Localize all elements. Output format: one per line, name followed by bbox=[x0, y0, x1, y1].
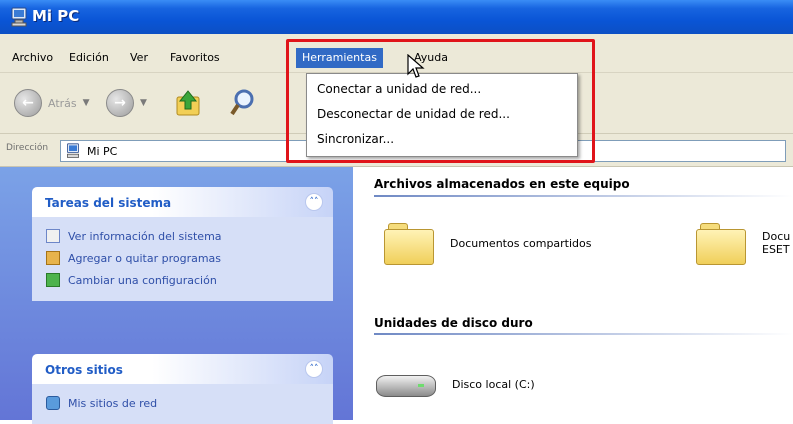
shared-documents-item[interactable]: Documentos compartidos bbox=[384, 223, 592, 265]
back-arrow-icon: ← bbox=[14, 89, 42, 117]
folder-icon bbox=[384, 223, 434, 265]
my-computer-icon bbox=[67, 143, 79, 158]
address-label: Dirección bbox=[6, 143, 49, 153]
chevron-down-icon: ▼ bbox=[82, 98, 90, 108]
item-label: ESET bbox=[762, 243, 790, 256]
title-bar[interactable]: Mi PC bbox=[0, 0, 793, 34]
system-tasks-list: Ver información del sistema Agregar o qu… bbox=[32, 217, 333, 301]
task-label: Cambiar una configuración bbox=[68, 273, 217, 287]
task-label: Agregar o quitar programas bbox=[68, 251, 222, 265]
menu-ver[interactable]: Ver bbox=[124, 48, 154, 68]
panel-title: Otros sitios bbox=[45, 363, 123, 377]
menu-archivo[interactable]: Archivo bbox=[6, 48, 59, 68]
place-label: Mis sitios de red bbox=[68, 396, 158, 410]
other-places-panel: Otros sitios ˄˄ Mis sitios de red bbox=[32, 354, 333, 424]
group-heading-hard-drives: Unidades de disco duro bbox=[374, 316, 533, 330]
hard-drive-icon bbox=[376, 369, 436, 399]
window-title: Mi PC bbox=[32, 7, 80, 25]
other-places-list: Mis sitios de red bbox=[32, 384, 333, 424]
menu-favoritos[interactable]: Favoritos bbox=[164, 48, 226, 68]
system-tasks-header[interactable]: Tareas del sistema ˄˄ bbox=[32, 187, 333, 217]
add-remove-programs-icon bbox=[46, 251, 60, 265]
item-label: Documentos compartidos bbox=[450, 236, 592, 250]
my-computer-icon bbox=[11, 7, 27, 27]
forward-button[interactable]: → ▼ bbox=[106, 89, 147, 117]
chevron-down-icon: ▼ bbox=[140, 98, 147, 108]
task-pane: Tareas del sistema ˄˄ Ver información de… bbox=[0, 167, 353, 424]
item-label: Disco local (C:) bbox=[452, 377, 535, 391]
system-info-icon bbox=[46, 229, 60, 243]
control-panel-icon bbox=[46, 273, 60, 287]
folder-icon bbox=[696, 223, 746, 265]
content-area: Archivos almacenados en este equipo Docu… bbox=[354, 167, 793, 420]
up-folder-icon[interactable] bbox=[176, 89, 202, 117]
user-documents-item[interactable]: Docu ESET bbox=[696, 223, 791, 265]
panel-title: Tareas del sistema bbox=[45, 196, 172, 210]
search-icon[interactable] bbox=[230, 89, 256, 117]
back-label: Atrás bbox=[48, 96, 77, 110]
group-heading-stored-files: Archivos almacenados en este equipo bbox=[374, 177, 630, 191]
back-button[interactable]: ← Atrás ▼ bbox=[14, 89, 90, 117]
forward-arrow-icon: → bbox=[106, 89, 134, 117]
other-places-header[interactable]: Otros sitios ˄˄ bbox=[32, 354, 333, 384]
network-places-icon bbox=[46, 396, 60, 410]
highlight-rectangle bbox=[286, 39, 595, 163]
address-value: Mi PC bbox=[87, 144, 118, 158]
task-view-system-info[interactable]: Ver información del sistema bbox=[32, 225, 333, 247]
task-label: Ver información del sistema bbox=[68, 229, 222, 243]
group-divider bbox=[374, 333, 793, 335]
task-change-setting[interactable]: Cambiar una configuración bbox=[32, 269, 333, 291]
menu-edicion[interactable]: Edición bbox=[63, 48, 115, 68]
group-divider bbox=[374, 195, 793, 197]
place-network[interactable]: Mis sitios de red bbox=[32, 392, 333, 414]
task-add-remove-programs[interactable]: Agregar o quitar programas bbox=[32, 247, 333, 269]
item-label: Docu bbox=[762, 230, 791, 243]
system-tasks-panel: Tareas del sistema ˄˄ Ver información de… bbox=[32, 187, 333, 301]
local-disk-item[interactable]: Disco local (C:) bbox=[376, 369, 535, 399]
collapse-icon[interactable]: ˄˄ bbox=[305, 360, 323, 378]
collapse-icon[interactable]: ˄˄ bbox=[305, 193, 323, 211]
